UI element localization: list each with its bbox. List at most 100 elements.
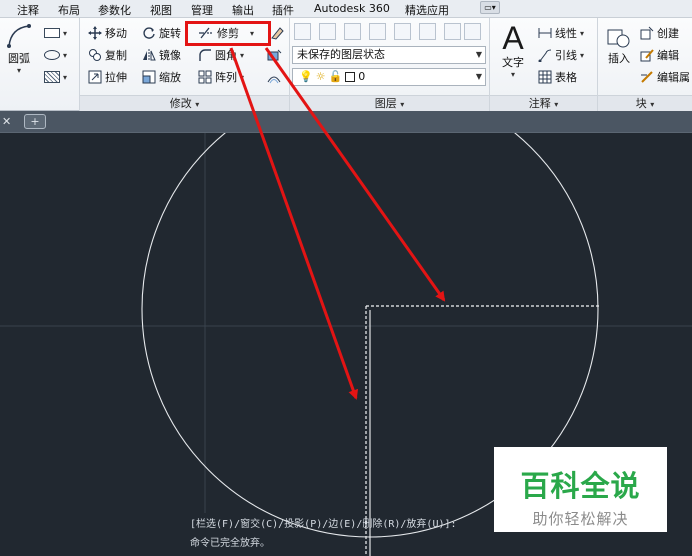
leader-label: 引线 bbox=[555, 49, 577, 62]
leader-button[interactable]: 引线 ▾ bbox=[538, 46, 584, 64]
block-title-label: 块 bbox=[635, 97, 647, 110]
edit-label: 编辑 bbox=[657, 49, 679, 62]
arc-label: 圆弧 bbox=[8, 52, 30, 65]
move-button[interactable]: 移动 bbox=[88, 24, 127, 42]
edit-block-button[interactable]: 编辑 bbox=[640, 46, 679, 64]
ribbon-toggle-icon[interactable]: ▭▾ bbox=[480, 1, 500, 14]
rotate-button[interactable]: 旋转 bbox=[142, 24, 181, 42]
text-button[interactable]: A 文字 ▾ bbox=[498, 22, 528, 79]
rectangle-icon bbox=[44, 28, 60, 38]
table-icon bbox=[538, 70, 552, 84]
copy-button[interactable]: 复制 bbox=[88, 46, 127, 64]
leader-icon bbox=[538, 49, 552, 62]
menu-layout[interactable]: 布局 bbox=[58, 2, 80, 18]
layer-freeze-icon[interactable] bbox=[394, 23, 411, 40]
layer-match-icon[interactable] bbox=[319, 23, 336, 40]
new-tab-button[interactable]: + bbox=[24, 114, 46, 129]
fillet-button[interactable]: 圆角 ▾ bbox=[198, 46, 244, 64]
arc-icon bbox=[7, 24, 31, 48]
erase-button[interactable] bbox=[270, 24, 284, 42]
menu-output[interactable]: 输出 bbox=[232, 2, 254, 18]
chevron-down-icon: ▾ bbox=[63, 72, 68, 82]
stretch-button[interactable]: 拉伸 bbox=[88, 68, 127, 86]
scale-icon bbox=[142, 70, 156, 84]
close-icon[interactable]: ✕ bbox=[2, 115, 11, 128]
linear-dimension-button[interactable]: 线性 ▾ bbox=[538, 24, 584, 42]
copy-icon bbox=[89, 49, 101, 61]
lightbulb-icon: 💡 bbox=[299, 70, 313, 83]
scale-label: 缩放 bbox=[159, 71, 181, 84]
fillet-label: 圆角 bbox=[215, 49, 237, 62]
annotation-panel: A 文字 ▾ 线性 ▾ 引线 ▾ 表格 注释 ▾ bbox=[490, 18, 598, 111]
edit-attributes-button[interactable]: 编辑属 bbox=[640, 68, 690, 86]
move-icon bbox=[88, 26, 102, 40]
menu-manage[interactable]: 管理 bbox=[191, 2, 213, 18]
menu-plugins[interactable]: 插件 bbox=[272, 2, 294, 18]
layer-unlock-icon[interactable] bbox=[464, 23, 481, 40]
layer-isolate-icon[interactable] bbox=[369, 23, 386, 40]
watermark-subtitle: 助你轻松解决 bbox=[532, 510, 629, 528]
layer-state-combo[interactable]: 未保存的图层状态 ▼ bbox=[292, 46, 486, 64]
chevron-down-icon: ▾ bbox=[63, 28, 68, 38]
watermark-logo: 百科全说 助你轻松解决 bbox=[494, 447, 667, 532]
layers-panel: 未保存的图层状态 ▼ 💡 ☼ 🔓 0 ▼ 图层 ▾ bbox=[290, 18, 490, 111]
table-button[interactable]: 表格 bbox=[538, 68, 577, 86]
chevron-down-icon: ▾ bbox=[400, 100, 405, 109]
ellipse-icon bbox=[44, 50, 60, 60]
mirror-icon bbox=[143, 49, 156, 61]
copy-label: 复制 bbox=[105, 49, 127, 62]
arc-button[interactable]: 圆弧 ▾ bbox=[4, 22, 34, 75]
menu-bar: 注释 布局 参数化 视图 管理 输出 插件 Autodesk 360 精选应用 … bbox=[0, 0, 692, 18]
insert-button[interactable]: 插入 bbox=[604, 24, 634, 66]
linear-dimension-icon bbox=[538, 28, 552, 38]
eraser-icon bbox=[271, 27, 284, 40]
menu-annotate[interactable]: 注释 bbox=[17, 2, 39, 18]
layer-lock-icon[interactable] bbox=[444, 23, 461, 40]
offset-button[interactable] bbox=[266, 68, 282, 86]
chevron-down-icon: ▾ bbox=[63, 50, 68, 60]
watermark-title: 百科全说 bbox=[520, 469, 641, 503]
modify-panel-title[interactable]: 修改 ▾ bbox=[80, 95, 289, 111]
command-prompt-line: [栏选(F)/窗交(C)/投影(P)/边(E)/删除(R)/放弃(U)]: bbox=[190, 519, 457, 530]
chevron-down-icon: ▾ bbox=[580, 50, 585, 60]
stretch-icon bbox=[88, 70, 102, 84]
text-label: 文字 bbox=[502, 56, 524, 69]
array-button[interactable]: 阵列 ▾ bbox=[198, 68, 244, 86]
annotation-panel-title[interactable]: 注释 ▾ bbox=[490, 95, 597, 111]
file-tab-strip: ✕ + bbox=[0, 111, 692, 133]
linear-label: 线性 bbox=[555, 27, 577, 40]
rectangle-button[interactable]: ▾ bbox=[44, 24, 67, 42]
menu-featured-apps[interactable]: 精选应用 bbox=[405, 2, 449, 18]
chevron-down-icon: ▾ bbox=[240, 50, 245, 60]
mirror-label: 镜像 bbox=[159, 49, 181, 62]
layer-properties-icon[interactable] bbox=[294, 23, 311, 40]
command-line: [栏选(F)/窗交(C)/投影(P)/边(E)/删除(R)/放弃(U)]: 命令… bbox=[190, 516, 457, 554]
chevron-down-icon: ▾ bbox=[195, 100, 200, 109]
array-icon bbox=[198, 70, 212, 84]
layer-previous-icon[interactable] bbox=[344, 23, 361, 40]
create-block-button[interactable]: 创建 bbox=[640, 24, 679, 42]
chevron-down-icon: ▾ bbox=[580, 28, 585, 38]
scale-button[interactable]: 缩放 bbox=[142, 68, 181, 86]
menu-view[interactable]: 视图 bbox=[150, 2, 172, 18]
layer-value: 0 bbox=[358, 70, 366, 83]
layer-off-icon[interactable] bbox=[419, 23, 436, 40]
rotate-label: 旋转 bbox=[159, 27, 181, 40]
menu-autodesk-360[interactable]: Autodesk 360 bbox=[314, 2, 390, 15]
rotate-icon bbox=[143, 27, 155, 39]
mirror-button[interactable]: 镜像 bbox=[142, 46, 181, 64]
explode-button[interactable] bbox=[266, 46, 282, 64]
modify-title-label: 修改 bbox=[169, 97, 192, 110]
offset-icon bbox=[267, 76, 281, 84]
hatch-button[interactable]: ▾ bbox=[44, 68, 67, 86]
ellipse-button[interactable]: ▾ bbox=[44, 46, 67, 64]
edit-attributes-label: 编辑属 bbox=[657, 71, 690, 84]
annotation-title-label: 注释 bbox=[528, 97, 551, 110]
block-panel-title[interactable]: 块 ▾ bbox=[598, 95, 692, 111]
chevron-down-icon: ▾ bbox=[240, 72, 245, 82]
menu-parametric[interactable]: 参数化 bbox=[98, 2, 131, 18]
sun-icon: ☼ bbox=[315, 70, 326, 83]
layer-combo[interactable]: 💡 ☼ 🔓 0 ▼ bbox=[292, 68, 486, 86]
layers-panel-title[interactable]: 图层 ▾ bbox=[290, 95, 489, 111]
chevron-down-icon: ▼ bbox=[475, 50, 482, 59]
